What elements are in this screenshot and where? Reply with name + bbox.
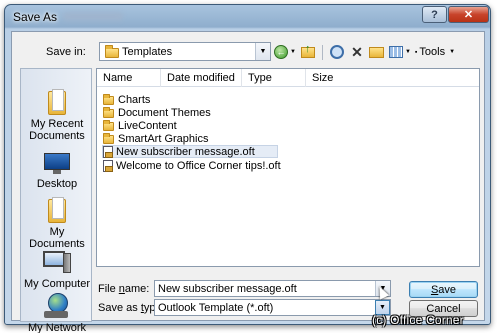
places-bar: My Recent Documents Desktop My Documents… [20, 68, 93, 333]
dropdown-arrow-icon: ▼ [290, 49, 296, 55]
dropdown-arrow-icon: ▼ [404, 49, 411, 55]
list-item-selected[interactable]: New subscriber message.oft [102, 145, 278, 158]
file-name: Welcome to Office Corner tips!.oft [116, 159, 281, 172]
desktop-icon [44, 153, 70, 175]
search-icon [329, 45, 344, 59]
views-button[interactable]: ▼ [388, 43, 411, 61]
column-name[interactable]: Name [97, 69, 161, 87]
file-name: Document Themes [118, 106, 211, 119]
column-header: Name Date modified Type Size [97, 69, 479, 87]
place-my-documents[interactable]: My Documents [21, 197, 93, 250]
file-name: Charts [118, 93, 151, 106]
column-type[interactable]: Type [242, 69, 306, 87]
back-icon: ← [274, 45, 288, 59]
folder-icon [103, 120, 114, 131]
place-label: My Network Places [27, 322, 87, 333]
toolbar: ← ▼ ✕ ▼ ▪ Tools ▼ [274, 42, 455, 62]
folder-icon [103, 133, 114, 144]
list-item[interactable]: Charts [103, 93, 150, 106]
chevron-down-icon[interactable]: ▼ [255, 43, 270, 60]
column-size[interactable]: Size [306, 69, 370, 87]
place-label: My Recent Documents [29, 118, 85, 142]
list-item[interactable]: SmartArt Graphics [103, 132, 208, 145]
dropdown-arrow-icon: ▼ [449, 49, 456, 55]
toolbar-separator [321, 44, 323, 60]
place-recent-documents[interactable]: My Recent Documents [21, 89, 93, 142]
delete-button[interactable]: ✕ [349, 43, 365, 61]
folder-icon [103, 94, 114, 105]
up-one-level-button[interactable] [300, 43, 316, 61]
file-name-input[interactable]: New subscriber message.oft ▼ [154, 280, 391, 297]
title-blur [63, 12, 123, 21]
views-icon [388, 46, 403, 58]
file-name: SmartArt Graphics [118, 132, 209, 145]
save-as-type-dropdown[interactable]: Outlook Template (*.oft) ▼ [154, 299, 391, 316]
column-date-modified[interactable]: Date modified [161, 69, 242, 87]
close-button[interactable]: ✕ [448, 6, 489, 23]
place-label: My Computer [23, 278, 91, 290]
place-network-places[interactable]: My Network Places [21, 293, 93, 333]
list-item[interactable]: Welcome to Office Corner tips!.oft [103, 159, 281, 172]
search-web-button[interactable] [329, 43, 345, 61]
tools-icon: ▪ [414, 48, 418, 56]
watermark: (c) Office Corner [372, 313, 464, 327]
save-button[interactable]: Save [409, 281, 478, 298]
save-as-type-value: Outlook Template (*.oft) [158, 302, 274, 314]
save-in-label: Save in: [46, 46, 86, 58]
file-name-label: File name: [98, 283, 150, 295]
file-list[interactable]: Name Date modified Type Size Charts Docu… [96, 68, 480, 267]
up-folder-icon [300, 43, 315, 58]
new-folder-button[interactable] [369, 43, 385, 61]
file-name: New subscriber message.oft [116, 145, 255, 158]
delete-icon: ✕ [351, 43, 363, 60]
template-file-icon [103, 159, 113, 172]
network-places-icon [44, 293, 70, 319]
list-item[interactable]: Document Themes [103, 106, 211, 119]
file-name-value: New subscriber message.oft [158, 283, 297, 295]
template-file-icon [103, 145, 113, 158]
tools-button[interactable]: ▪ Tools ▼ [415, 43, 455, 61]
save-in-dropdown[interactable]: Templates ▼ [99, 42, 271, 61]
file-name: LiveContent [118, 119, 177, 132]
recent-documents-icon [46, 89, 68, 115]
list-item[interactable]: LiveContent [103, 119, 177, 132]
place-label: Desktop [36, 178, 78, 190]
back-button[interactable]: ← ▼ [274, 43, 296, 61]
place-desktop[interactable]: Desktop [21, 153, 93, 190]
help-button[interactable]: ? [422, 6, 447, 23]
dialog-body: Save in: Templates ▼ ← ▼ ✕ [11, 31, 485, 333]
save-in-value: Templates [122, 45, 173, 58]
my-documents-icon [46, 197, 68, 223]
folder-icon [105, 45, 119, 58]
folder-icon [103, 107, 114, 118]
computer-icon [43, 251, 71, 275]
place-my-computer[interactable]: My Computer [21, 251, 93, 290]
window-title: Save As [13, 10, 58, 24]
place-label: My Documents [29, 226, 85, 250]
save-as-dialog: Save As ? ✕ Save in: Templates ▼ ← ▼ ✕ [4, 4, 491, 333]
tools-label: Tools [419, 46, 446, 58]
title-bar[interactable]: Save As ? ✕ [5, 5, 490, 29]
new-folder-icon [369, 46, 385, 58]
